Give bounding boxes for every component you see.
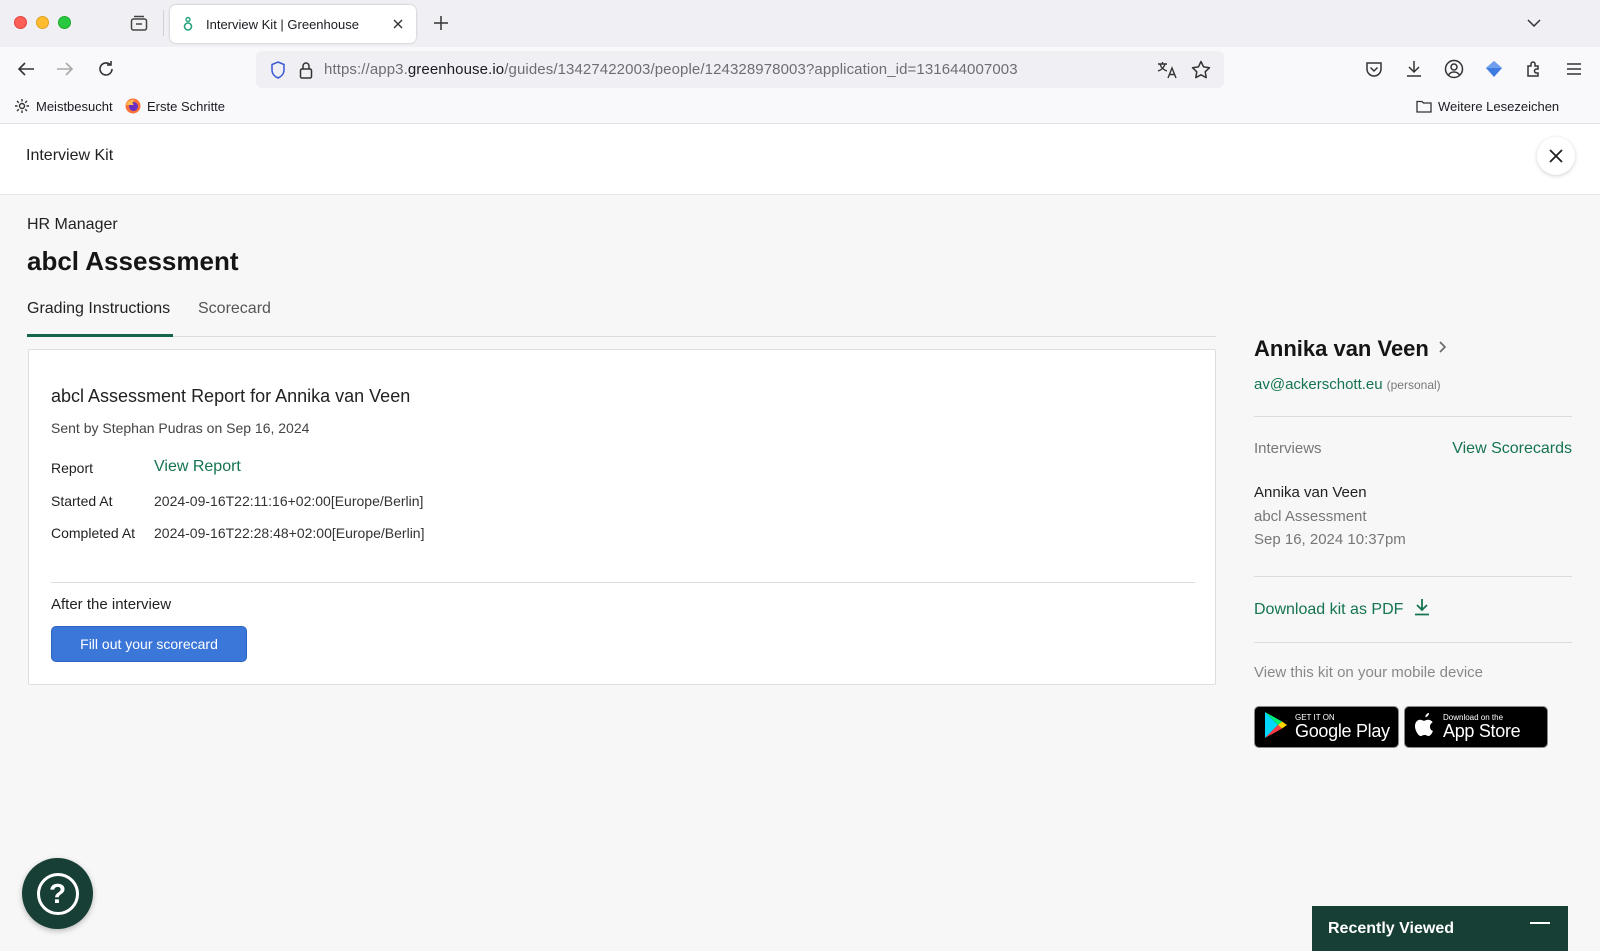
bookmarks-bar: Meistbesucht Erste Schritte Weitere Lese…	[0, 92, 1600, 124]
started-at-row: Started At 2024-09-16T22:11:16+02:00[Eur…	[51, 493, 423, 509]
bookmark-weitere-lesezeichen[interactable]: Weitere Lesezeichen	[1416, 98, 1559, 114]
recently-viewed-label: Recently Viewed	[1328, 920, 1454, 937]
bookmark-erste-schritte[interactable]: Erste Schritte	[125, 98, 225, 114]
store-big-text: Google Play	[1295, 721, 1390, 741]
window-close-button[interactable]	[14, 16, 27, 29]
help-button[interactable]: ?	[22, 858, 93, 929]
fill-out-scorecard-button[interactable]: Fill out your scorecard	[51, 626, 247, 662]
apple-icon	[1413, 711, 1437, 744]
account-icon[interactable]	[1442, 57, 1466, 81]
google-play-icon	[1263, 711, 1289, 744]
chevron-down-icon[interactable]	[1524, 13, 1544, 33]
completed-at-row: Completed At 2024-09-16T22:28:48+02:00[E…	[51, 525, 424, 541]
firefox-icon	[125, 98, 141, 114]
recently-viewed-panel[interactable]: Recently Viewed	[1312, 906, 1568, 951]
extensions-puzzle-icon[interactable]	[1522, 57, 1546, 81]
row-label: Completed At	[51, 525, 136, 541]
email-link[interactable]: av@ackerschott.eu	[1254, 376, 1383, 393]
tab-title: Interview Kit | Greenhouse	[206, 16, 359, 32]
bookmark-label: Meistbesucht	[36, 98, 113, 114]
browser-navbar: https://app3.greenhouse.io/guides/134274…	[0, 47, 1600, 92]
candidate-name-link[interactable]: Annika van Veen	[1254, 336, 1446, 362]
interview-type: abcl Assessment	[1254, 508, 1367, 525]
download-icon[interactable]	[1402, 57, 1426, 81]
download-pdf-link[interactable]: Download kit as PDF	[1254, 598, 1431, 621]
url-bar[interactable]: https://app3.greenhouse.io/guides/134274…	[256, 51, 1224, 88]
tab-separator	[163, 10, 164, 36]
kit-title: abcl Assessment	[27, 246, 239, 276]
close-icon	[1549, 149, 1563, 163]
question-mark-icon: ?	[36, 872, 79, 915]
email-tag: (personal)	[1386, 378, 1441, 392]
row-label: Started At	[51, 493, 113, 509]
browser-titlebar: Interview Kit | Greenhouse	[0, 0, 1600, 47]
download-label: Download kit as PDF	[1254, 600, 1404, 618]
mobile-device-label: View this kit on your mobile device	[1254, 664, 1483, 681]
tab-grading-instructions[interactable]: Grading Instructions	[27, 300, 173, 337]
browser-tab-active[interactable]: Interview Kit | Greenhouse	[170, 5, 416, 43]
row-label: Report	[51, 460, 94, 476]
download-icon	[1413, 598, 1431, 621]
divider	[1254, 576, 1572, 577]
store-big-text: App Store	[1443, 721, 1521, 741]
gear-icon	[14, 98, 30, 114]
divider	[1254, 416, 1572, 417]
chevron-right-icon	[1439, 340, 1446, 358]
forward-arrow-icon[interactable]	[53, 57, 77, 81]
reload-icon[interactable]	[94, 57, 118, 81]
minimize-icon[interactable]	[1530, 922, 1550, 924]
app-store-badge[interactable]: Download on the App Store	[1404, 706, 1548, 748]
window-minimize-button[interactable]	[36, 16, 49, 29]
close-kit-button[interactable]	[1537, 137, 1575, 175]
tracking-protection-shield-icon[interactable]	[268, 60, 288, 80]
extension-blue-icon[interactable]	[1482, 57, 1506, 81]
job-role: HR Manager	[27, 216, 118, 233]
row-value: 2024-09-16T22:28:48+02:00[Europe/Berlin]	[154, 525, 425, 541]
page-title: Interview Kit	[26, 147, 114, 164]
interviews-label: Interviews	[1254, 440, 1322, 457]
divider	[1254, 642, 1572, 643]
view-scorecards-link[interactable]: View Scorecards	[1452, 440, 1572, 458]
hamburger-menu-icon[interactable]	[1562, 57, 1586, 81]
greenhouse-favicon-icon	[180, 16, 196, 32]
candidate-email: av@ackerschott.eu (personal)	[1254, 376, 1441, 393]
report-row: Report View Report	[51, 458, 241, 476]
tab-scorecard[interactable]: Scorecard	[198, 300, 278, 337]
page-header: Interview Kit	[0, 124, 1600, 195]
url-text[interactable]: https://app3.greenhouse.io/guides/134274…	[324, 61, 1018, 78]
lock-icon[interactable]	[296, 60, 316, 80]
report-card: abcl Assessment Report for Annika van Ve…	[28, 349, 1216, 685]
bookmark-meistbesucht[interactable]: Meistbesucht	[14, 98, 113, 114]
divider	[51, 582, 1195, 583]
bookmark-star-icon[interactable]	[1190, 59, 1212, 81]
google-play-badge[interactable]: GET IT ON Google Play	[1254, 706, 1399, 748]
tab-list-icon[interactable]	[128, 12, 150, 34]
after-interview-label: After the interview	[51, 596, 172, 613]
candidate-name: Annika van Veen	[1254, 336, 1429, 361]
translate-icon[interactable]	[1156, 59, 1178, 81]
bookmark-label: Weitere Lesezeichen	[1438, 98, 1560, 114]
new-tab-plus-icon[interactable]	[430, 12, 452, 34]
pocket-icon[interactable]	[1362, 57, 1386, 81]
report-sent-by: Sent by Stephan Pudras on Sep 16, 2024	[51, 420, 310, 436]
interview-date: Sep 16, 2024 10:37pm	[1254, 531, 1406, 548]
bookmark-label: Erste Schritte	[147, 98, 226, 114]
kit-tabs: Grading Instructions Scorecard	[27, 300, 1216, 337]
report-title: abcl Assessment Report for Annika van Ve…	[51, 386, 411, 406]
row-value: 2024-09-16T22:11:16+02:00[Europe/Berlin]	[154, 493, 424, 509]
back-arrow-icon[interactable]	[14, 57, 38, 81]
interview-candidate: Annika van Veen	[1254, 484, 1367, 501]
tab-close-icon[interactable]	[390, 16, 406, 32]
window-zoom-button[interactable]	[58, 16, 71, 29]
view-report-link[interactable]: View Report	[154, 458, 241, 476]
folder-icon	[1416, 98, 1432, 114]
